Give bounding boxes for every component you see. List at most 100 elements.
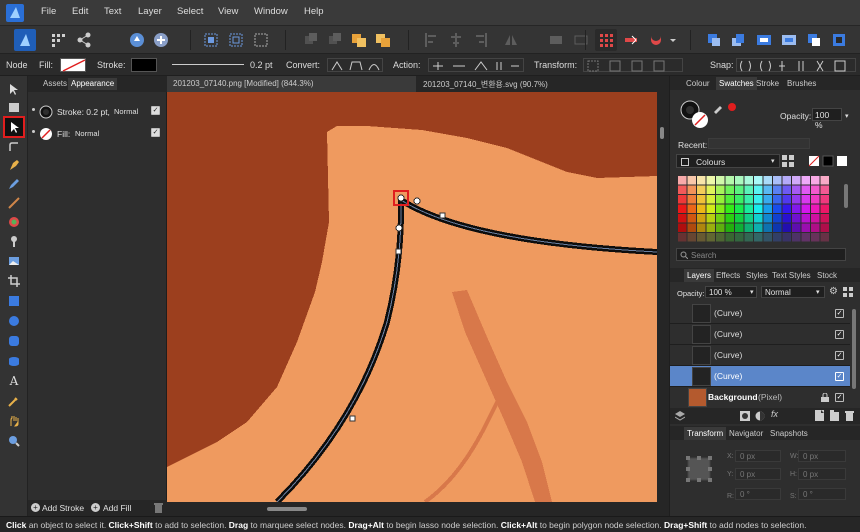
opacity-dropdown-icon[interactable]: ▾: [845, 112, 849, 120]
swatch-cell[interactable]: [735, 204, 744, 214]
swatch-cell[interactable]: [687, 185, 697, 195]
add-stroke-icon[interactable]: +: [31, 503, 40, 512]
path-node[interactable]: [349, 415, 356, 422]
path-node[interactable]: [397, 194, 405, 202]
snap-buttons[interactable]: [736, 58, 856, 72]
shapes-tool-icon[interactable]: [4, 352, 24, 370]
swatch-cell[interactable]: [725, 214, 735, 223]
swatch-cell[interactable]: [820, 204, 830, 214]
swatch-cell[interactable]: [687, 176, 697, 185]
h-field[interactable]: 0 px: [798, 468, 846, 480]
layer-lock-icon[interactable]: [821, 393, 829, 402]
vector-brush-tool-icon[interactable]: [4, 194, 24, 212]
color-picker-tool-icon[interactable]: [4, 392, 24, 410]
y-field[interactable]: 0 px: [735, 468, 781, 480]
swatch-cell[interactable]: [773, 176, 782, 185]
swatch-cell[interactable]: [725, 185, 735, 195]
swatch-cell[interactable]: [706, 223, 716, 233]
tab-effects[interactable]: Effects: [716, 271, 740, 280]
path-node[interactable]: [413, 197, 421, 205]
swatch-cell[interactable]: [716, 223, 725, 233]
swatch-cell[interactable]: [735, 176, 744, 185]
swatch-cell[interactable]: [801, 233, 811, 242]
swatch-cell[interactable]: [706, 233, 716, 242]
swatch-cell[interactable]: [773, 195, 782, 204]
swatch-cell[interactable]: [744, 185, 754, 195]
tab-appearance[interactable]: Appearance: [68, 78, 118, 90]
tab-brushes[interactable]: Brushes: [787, 79, 816, 88]
stroke-swatch[interactable]: [131, 58, 157, 72]
swatch-cell[interactable]: [782, 195, 792, 204]
swatch-cell[interactable]: [782, 185, 792, 195]
add-fill-icon[interactable]: +: [91, 503, 100, 512]
swatch-cell[interactable]: [735, 214, 744, 223]
layer-opacity-dropdown-icon[interactable]: ▾: [750, 288, 754, 296]
stroke-swatch-icon[interactable]: [39, 105, 53, 119]
rectangle-tool-icon[interactable]: [4, 292, 24, 310]
add-layer-icon[interactable]: [815, 410, 824, 421]
swatch-grid[interactable]: [678, 176, 838, 244]
swatch-cell[interactable]: [801, 195, 811, 204]
swatch-cell[interactable]: [820, 176, 830, 185]
layer-row-background[interactable]: Background (Pixel) ✓: [670, 387, 850, 408]
arrange-back-icon[interactable]: [300, 29, 322, 51]
swatch-cell[interactable]: [811, 223, 820, 233]
share-icon[interactable]: [73, 29, 95, 51]
move-tool-icon[interactable]: [4, 80, 24, 98]
menu-help[interactable]: Help: [304, 6, 324, 17]
align-left-icon[interactable]: [420, 29, 442, 51]
swatch-cell[interactable]: [782, 204, 792, 214]
swatch-cell[interactable]: [716, 185, 725, 195]
fill-tool-icon[interactable]: [4, 213, 24, 231]
tab-stock[interactable]: Stock: [817, 271, 837, 280]
boolean-subtract-icon[interactable]: [570, 29, 592, 51]
stroke-visible-checkbox[interactable]: ✓: [151, 106, 160, 115]
menu-layer[interactable]: Layer: [138, 6, 162, 17]
tab-swatches[interactable]: Swatches: [716, 77, 757, 90]
swatch-cell[interactable]: [735, 195, 744, 204]
layer-visible-checkbox[interactable]: ✓: [835, 372, 844, 381]
layer-row[interactable]: (Curve) ✓: [670, 324, 850, 345]
swatch-cell[interactable]: [725, 204, 735, 214]
swatch-cell[interactable]: [687, 223, 697, 233]
swatch-cell[interactable]: [725, 223, 735, 233]
swatch-cell[interactable]: [763, 223, 773, 233]
swatch-cell[interactable]: [782, 214, 792, 223]
recent-swatches[interactable]: [708, 138, 810, 149]
swatch-cell[interactable]: [754, 176, 763, 185]
boolean-divide-icon[interactable]: [828, 29, 850, 51]
swatch-cell[interactable]: [763, 214, 773, 223]
menu-text[interactable]: Text: [104, 6, 121, 17]
swatch-cell[interactable]: [725, 195, 735, 204]
swatch-cell[interactable]: [792, 176, 801, 185]
swatch-cell[interactable]: [697, 223, 706, 233]
horizontal-scrollbar[interactable]: [167, 502, 669, 516]
swatch-cell[interactable]: [763, 204, 773, 214]
swatch-cell[interactable]: [716, 176, 725, 185]
arrange-forward-icon[interactable]: [348, 29, 370, 51]
swatch-cell[interactable]: [754, 233, 763, 242]
layer-row-selected[interactable]: (Curve) ✓: [670, 366, 850, 387]
swatch-cell[interactable]: [811, 185, 820, 195]
tab-assets[interactable]: Assets: [40, 78, 70, 90]
path-node[interactable]: [395, 224, 403, 232]
swatch-cell[interactable]: [792, 223, 801, 233]
swatch-cell[interactable]: [773, 223, 782, 233]
w-field[interactable]: 0 px: [798, 450, 846, 462]
swatch-cell[interactable]: [678, 223, 687, 233]
delete-icon[interactable]: [154, 503, 163, 513]
mask-icon[interactable]: [740, 411, 750, 421]
swatch-cell[interactable]: [763, 233, 773, 242]
swatch-cell[interactable]: [716, 233, 725, 242]
swatch-cell[interactable]: [801, 214, 811, 223]
swatch-cell[interactable]: [820, 214, 830, 223]
ungroup-icon[interactable]: [778, 29, 800, 51]
swatch-cell[interactable]: [792, 185, 801, 195]
canvas-document[interactable]: [167, 92, 657, 502]
add-group-icon[interactable]: [830, 410, 839, 421]
swatch-opacity-field[interactable]: 100 %: [812, 108, 842, 130]
path-node[interactable]: [439, 212, 446, 219]
swatch-cell[interactable]: [801, 204, 811, 214]
tab-styles[interactable]: Styles: [746, 271, 768, 280]
swatch-cell[interactable]: [744, 204, 754, 214]
